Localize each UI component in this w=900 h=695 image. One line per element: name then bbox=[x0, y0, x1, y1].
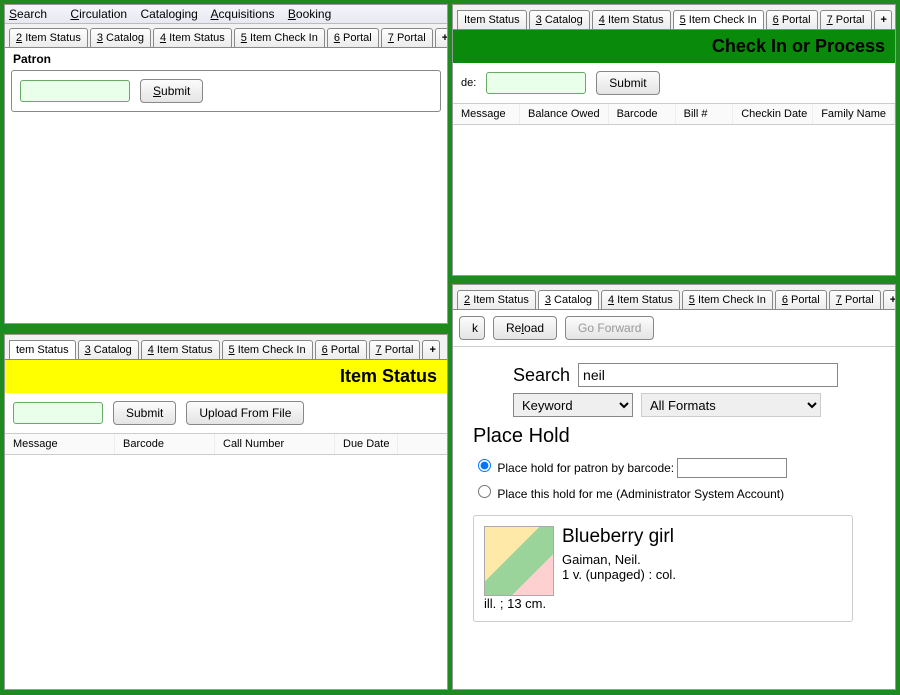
tab-portal-6[interactable]: 6 Portal bbox=[327, 28, 379, 47]
tab-item-checkin-5[interactable]: 5 Item Check In bbox=[682, 290, 773, 309]
search-input[interactable] bbox=[578, 363, 838, 387]
tab-portal-7[interactable]: 7 Portal bbox=[829, 290, 881, 309]
hold-patron-barcode-input[interactable] bbox=[677, 458, 787, 478]
col-barcode[interactable]: Barcode bbox=[609, 104, 676, 124]
tab-item-status[interactable]: tem Status bbox=[9, 340, 76, 360]
tab-catalog-3[interactable]: 3 Catalog bbox=[538, 290, 599, 310]
menu-cataloging[interactable]: Cataloging bbox=[140, 7, 197, 21]
item-status-title: Item Status bbox=[5, 360, 447, 393]
tab-item-status-2[interactable]: 2 Item Status bbox=[457, 290, 536, 309]
cover-thumbnail bbox=[484, 526, 554, 596]
tab-item-checkin-5[interactable]: 5 Item Check In bbox=[673, 10, 764, 30]
menu-search[interactable]: Search bbox=[9, 7, 57, 21]
tab-bar: Item Status 3 Catalog 4 Item Status 5 It… bbox=[453, 5, 895, 30]
tab-bar: 2 Item Status 3 Catalog 4 Item Status 5 … bbox=[453, 285, 895, 310]
search-field-select[interactable]: Keyword bbox=[513, 393, 633, 417]
tab-portal-7[interactable]: 7 Portal bbox=[381, 28, 433, 47]
tab-item-status-4[interactable]: 4 Item Status bbox=[592, 10, 671, 29]
tab-catalog-3[interactable]: 3 Catalog bbox=[78, 340, 139, 359]
checkin-barcode-input[interactable] bbox=[486, 72, 586, 94]
tab-portal-6[interactable]: 6 Portal bbox=[775, 290, 827, 309]
col-call-number[interactable]: Call Number bbox=[215, 434, 335, 454]
col-balance[interactable]: Balance Owed bbox=[520, 104, 609, 124]
hold-for-me-label: Place this hold for me (Administrator Sy… bbox=[497, 487, 784, 501]
tab-item-status-trunc[interactable]: Item Status bbox=[457, 10, 527, 29]
patron-legend: Patron bbox=[13, 52, 439, 66]
menu-circulation[interactable]: Circulation bbox=[70, 7, 127, 21]
tab-catalog-3[interactable]: 3 Catalog bbox=[90, 28, 151, 47]
col-checkin-date[interactable]: Checkin Date bbox=[733, 104, 813, 124]
tab-item-checkin-5[interactable]: 5 Item Check In bbox=[222, 340, 313, 359]
tab-portal-6[interactable]: 6 Portal bbox=[315, 340, 367, 359]
menu-acquisitions[interactable]: Acquisitions bbox=[211, 7, 275, 21]
back-button[interactable]: k bbox=[459, 316, 485, 340]
tab-item-status-4[interactable]: 4 Item Status bbox=[153, 28, 232, 47]
tab-portal-7[interactable]: 7 Portal bbox=[820, 10, 872, 29]
format-select[interactable]: All Formats bbox=[641, 393, 821, 417]
upload-from-file-button[interactable]: Upload From File bbox=[186, 401, 304, 425]
patron-barcode-input[interactable] bbox=[20, 80, 130, 102]
tab-new[interactable]: + bbox=[435, 28, 447, 47]
tab-item-status-4[interactable]: 4 Item Status bbox=[601, 290, 680, 309]
col-message[interactable]: Message bbox=[453, 104, 520, 124]
col-barcode[interactable]: Barcode bbox=[115, 434, 215, 454]
hold-for-me-radio[interactable] bbox=[478, 485, 491, 498]
col-family-name[interactable]: Family Name bbox=[813, 104, 895, 124]
tab-bar: tem Status 3 Catalog 4 Item Status 5 Ite… bbox=[5, 335, 447, 360]
menu-booking[interactable]: Booking bbox=[288, 7, 331, 21]
checkin-title: Check In or Process bbox=[453, 30, 895, 63]
hold-for-patron-label: Place hold for patron by barcode: bbox=[497, 461, 674, 475]
tab-item-status-2[interactable]: 2 Item Status bbox=[9, 28, 88, 47]
tab-new[interactable]: + bbox=[883, 290, 895, 309]
hold-for-patron-radio[interactable] bbox=[478, 459, 491, 472]
item-status-barcode-input[interactable] bbox=[13, 402, 103, 424]
tab-new[interactable]: + bbox=[874, 10, 892, 29]
forward-button[interactable]: Go Forward bbox=[565, 316, 654, 340]
tab-portal-6[interactable]: 6 Portal bbox=[766, 10, 818, 29]
col-due-date[interactable]: Due Date bbox=[335, 434, 398, 454]
patron-submit-button[interactable]: Submit bbox=[140, 79, 203, 103]
item-status-submit-button[interactable]: Submit bbox=[113, 401, 176, 425]
reload-button[interactable]: Reload bbox=[493, 316, 557, 340]
place-hold-heading: Place Hold bbox=[473, 425, 875, 448]
checkin-submit-button[interactable]: Submit bbox=[596, 71, 659, 95]
col-message[interactable]: Message bbox=[5, 434, 115, 454]
col-billnum[interactable]: Bill # bbox=[676, 104, 734, 124]
menubar: Search Circulation Cataloging Acquisitio… bbox=[5, 5, 447, 24]
tab-new[interactable]: + bbox=[422, 340, 440, 359]
tab-item-status-4[interactable]: 4 Item Status bbox=[141, 340, 220, 359]
item-status-columns: Message Barcode Call Number Due Date bbox=[5, 433, 447, 455]
checkin-columns: Message Balance Owed Barcode Bill # Chec… bbox=[453, 103, 895, 125]
search-result[interactable]: Blueberry girl Gaiman, Neil. 1 v. (unpag… bbox=[473, 515, 853, 622]
tab-item-checkin-5[interactable]: 5 Item Check In bbox=[234, 28, 325, 47]
result-desc2: ill. ; 13 cm. bbox=[484, 596, 842, 611]
tab-bar: 2 Item Status 3 Catalog 4 Item Status 5 … bbox=[5, 24, 447, 48]
search-label: Search bbox=[513, 365, 570, 386]
tab-portal-7[interactable]: 7 Portal bbox=[369, 340, 421, 359]
tab-catalog-3[interactable]: 3 Catalog bbox=[529, 10, 590, 29]
checkin-barcode-label: de: bbox=[461, 77, 476, 89]
